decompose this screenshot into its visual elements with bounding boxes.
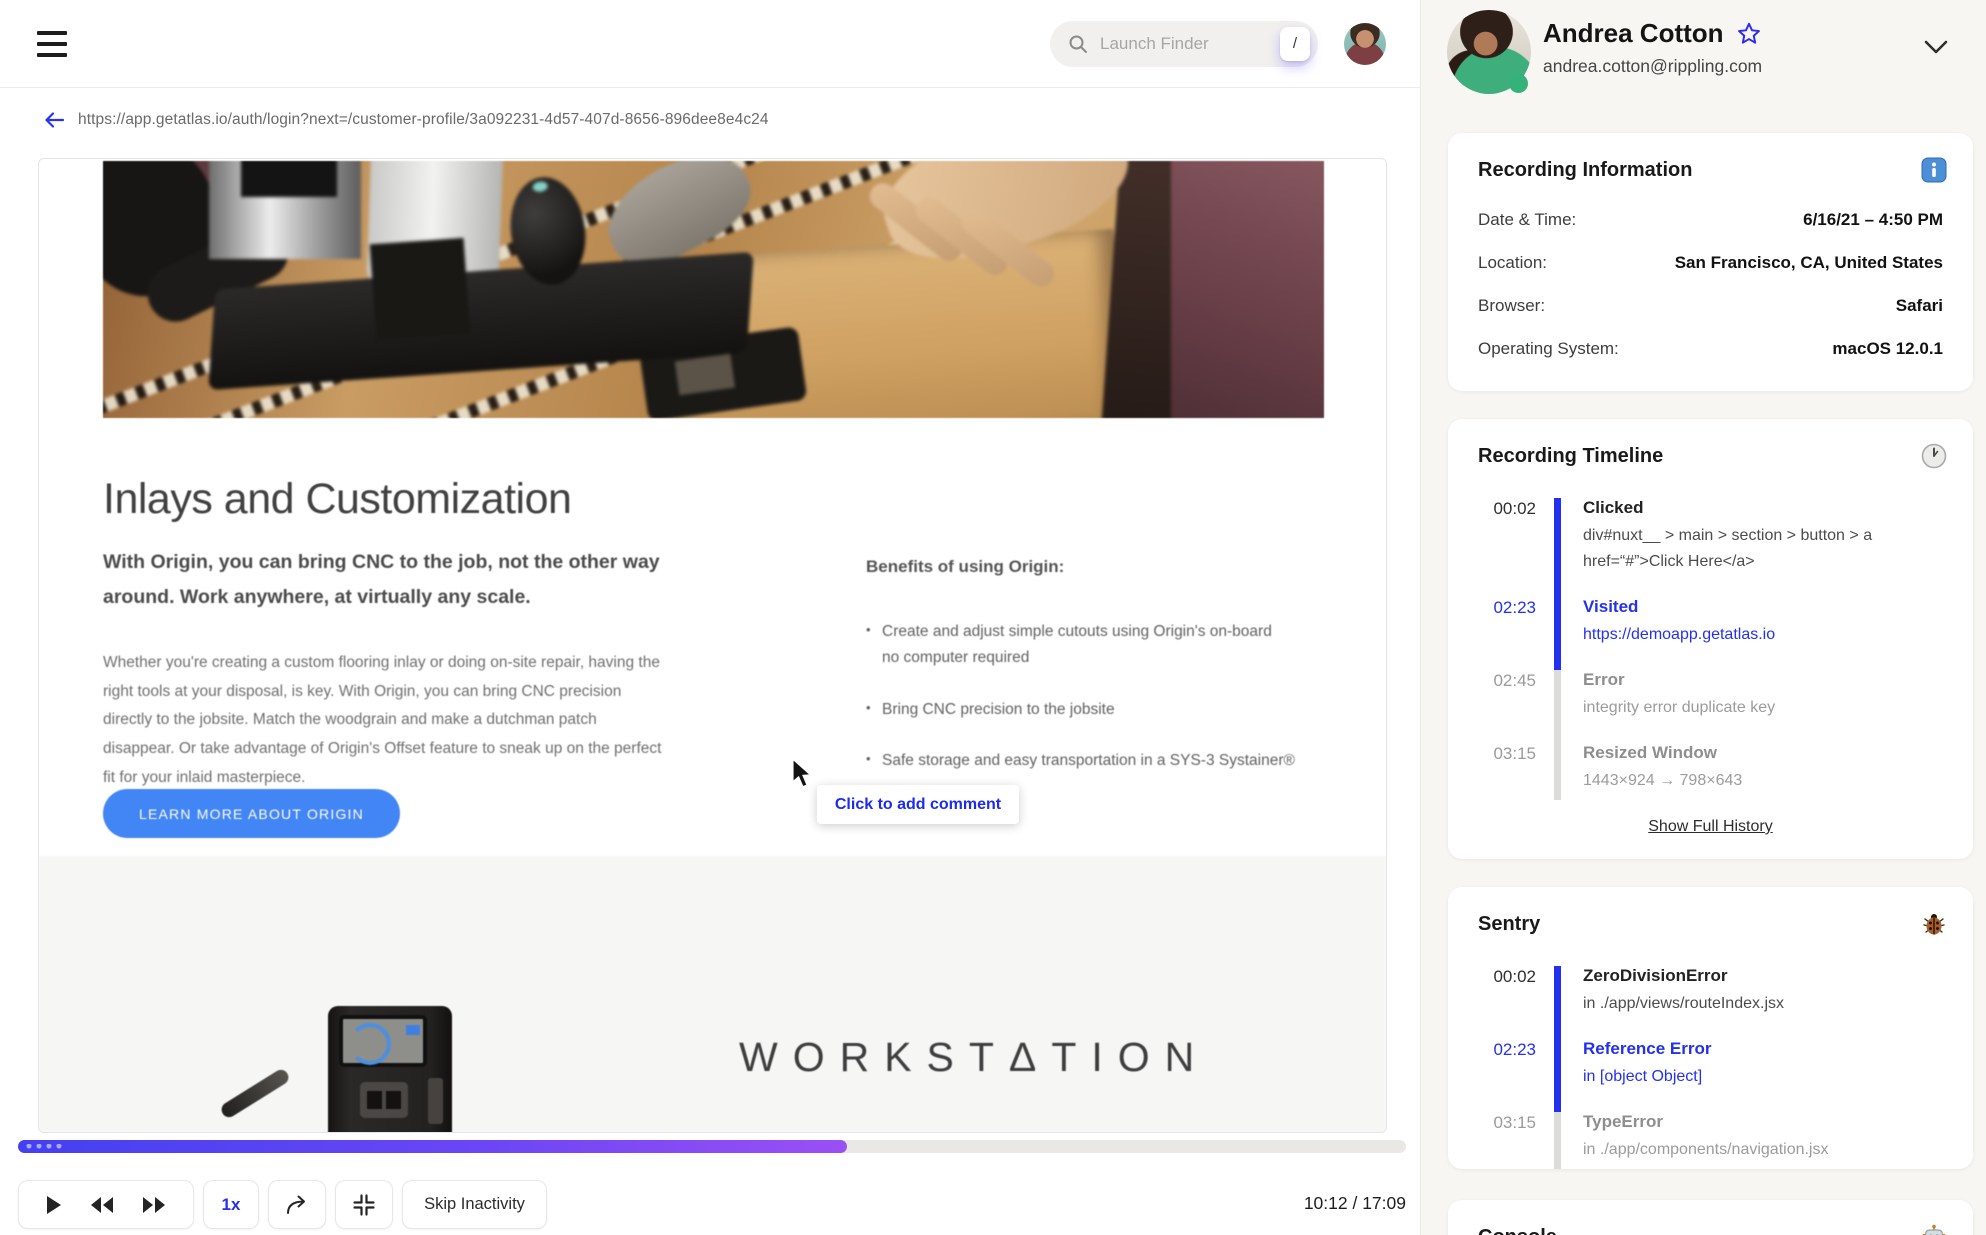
online-status-dot (1509, 74, 1528, 93)
sentry-event[interactable]: 03:15 TypeError in ./app/components/navig… (1478, 1112, 1943, 1169)
timeline-event[interactable]: 00:02 Clicked div#nuxt__ > main > section… (1478, 498, 1943, 597)
slash-shortcut-key: / (1280, 26, 1310, 61)
learn-more-button[interactable]: LEARN MORE ABOUT ORIGIN (103, 789, 400, 838)
site-intro-body: Whether you're creating a custom floorin… (103, 654, 662, 786)
timeline-event[interactable]: 02:23 Visited https://demoapp.getatlas.io (1478, 597, 1943, 670)
info-icon (1921, 157, 1947, 183)
user-header: Andrea Cotton andrea.cotton@rippling.com (1421, 0, 1986, 120)
viewer-cursor-icon (792, 759, 813, 788)
site-heading: Inlays and Customization (103, 475, 572, 523)
star-icon[interactable] (1736, 21, 1762, 47)
event-marker-bar (1554, 1112, 1561, 1169)
timeline-event[interactable]: 03:15 Resized Window 1443×924 → 798×643 (1478, 743, 1943, 800)
card-title: Console (1478, 1226, 1943, 1235)
app-root: Launch Finder / https://app.getatlas.io/… (0, 0, 1986, 1235)
site-footer-section: WORKSTΔTION (39, 856, 1386, 1132)
show-full-history-link[interactable]: Show Full History (1648, 818, 1772, 835)
card-title: Sentry (1478, 913, 1541, 935)
sentry-event[interactable]: 02:23 Reference Error in [object Object] (1478, 1039, 1943, 1112)
back-arrow-icon[interactable] (42, 108, 66, 132)
menu-icon[interactable] (37, 30, 67, 57)
search-input[interactable]: Launch Finder / (1050, 20, 1318, 67)
benefit-item: Bring CNC precision to the jobsite (866, 697, 1346, 723)
clock-icon (1921, 443, 1947, 469)
woodworking-hero-image (103, 161, 1324, 418)
info-row: Operating System: macOS 12.0.1 (1478, 339, 1943, 358)
chevron-down-icon[interactable] (1922, 38, 1950, 56)
event-marker-bar (1554, 670, 1561, 743)
info-row: Browser: Safari (1478, 296, 1943, 315)
replay-url-bar: https://app.getatlas.io/auth/login?next=… (42, 108, 769, 132)
benefits-title: Benefits of using Origin: (866, 557, 1065, 576)
event-marker-bar (1554, 966, 1561, 1039)
search-placeholder: Launch Finder (1100, 33, 1209, 53)
replay-viewport[interactable]: Inlays and Customization With Origin, yo… (38, 158, 1387, 1133)
robot-icon (1922, 1224, 1946, 1235)
recording-timeline-card: Recording Timeline 00:02 Clicked div#nuxt… (1448, 419, 1973, 859)
benefit-item: Safe storage and easy transportation in … (866, 748, 1346, 774)
user-name: Andrea Cotton (1543, 18, 1724, 48)
recorded-cursor (218, 1067, 292, 1120)
add-comment-tooltip[interactable]: Click to add comment (817, 785, 1019, 824)
site-benefits: Benefits of using Origin: Create and adj… (866, 557, 1346, 799)
sentry-card: Sentry 00:02 ZeroDivisionError in ./app/v… (1448, 887, 1973, 1169)
benefit-item: Create and adjust simple cutouts using O… (866, 619, 1346, 672)
bug-icon (1923, 914, 1945, 935)
console-card: Console (1448, 1200, 1973, 1235)
replayed-website: Inlays and Customization With Origin, yo… (39, 159, 1386, 1132)
user-email: andrea.cotton@rippling.com (1543, 56, 1763, 76)
event-marker-bar (1554, 498, 1561, 597)
card-title: Recording Information (1478, 159, 1693, 181)
event-marker-bar (1554, 743, 1561, 800)
search-icon (1069, 35, 1087, 53)
event-marker-bar (1554, 597, 1561, 670)
workstation-logo: WORKSTΔTION (739, 1034, 1210, 1080)
details-sidebar: Andrea Cotton andrea.cotton@rippling.com… (1420, 0, 1986, 1235)
site-intro-bold: With Origin, you can bring CNC to the jo… (103, 551, 660, 609)
card-title: Recording Timeline (1478, 445, 1664, 467)
timeline-scrubber[interactable] (18, 1140, 1406, 1153)
recording-information-card: Recording Information Date & Time: 6/16/2… (1448, 133, 1973, 391)
replay-main-panel: Launch Finder / https://app.getatlas.io/… (0, 0, 1420, 1235)
replay-url: https://app.getatlas.io/auth/login?next=… (78, 111, 769, 128)
sentry-event[interactable]: 00:02 ZeroDivisionError in ./app/views/ro… (1478, 966, 1943, 1039)
origin-device-image (328, 1006, 452, 1132)
info-row: Location: San Francisco, CA, United State… (1478, 253, 1943, 272)
topbar: Launch Finder / (0, 0, 1420, 88)
progress-fill (18, 1140, 847, 1153)
playback-time: 10:12 / 17:09 (1303, 1193, 1406, 1213)
event-marker-bar (1554, 1039, 1561, 1112)
info-row: Date & Time: 6/16/21 – 4:50 PM (1478, 210, 1943, 229)
topbar-avatar[interactable] (1344, 22, 1386, 65)
timeline-event[interactable]: 02:45 Error integrity error duplicate key (1478, 670, 1943, 743)
